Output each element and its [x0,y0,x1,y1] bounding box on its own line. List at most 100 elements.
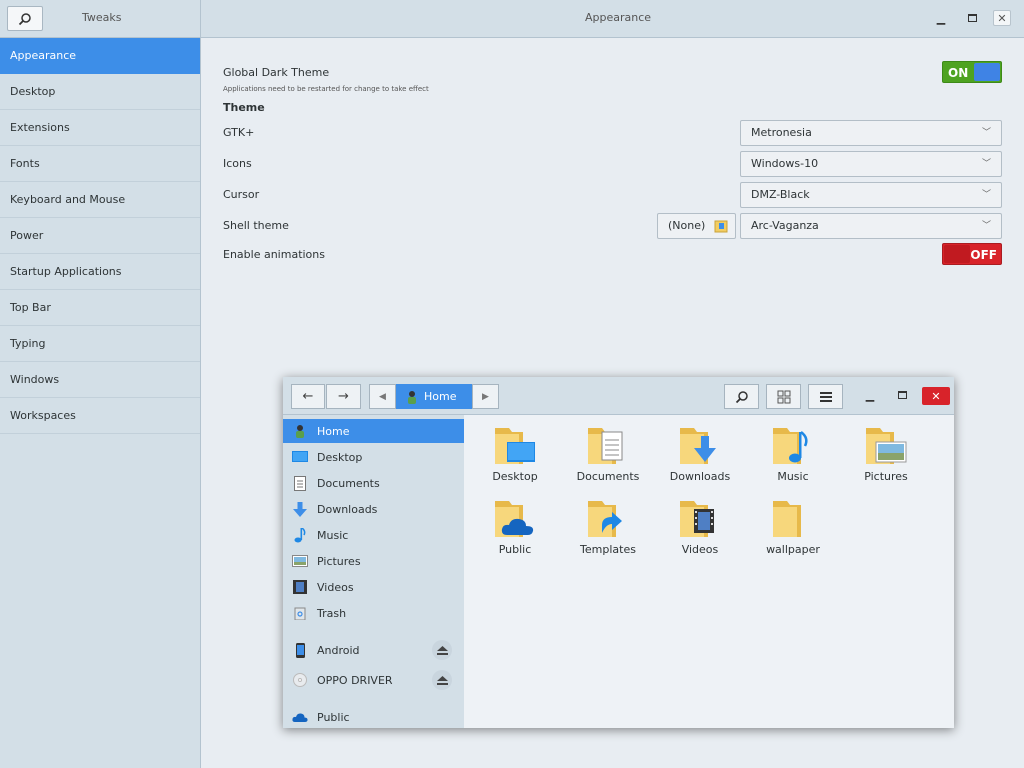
path-bar-home[interactable]: Home [396,384,472,409]
search-icon [18,12,31,25]
sidebar-item-top-bar[interactable]: Top Bar [0,290,200,326]
folder-label: Music [777,470,809,483]
maximize-button[interactable] [963,10,981,26]
tweaks-sidebar: Appearance Desktop Extensions Fonts Keyb… [0,38,201,768]
place-videos[interactable]: Videos [283,575,464,599]
folder-label: Desktop [492,470,538,483]
icons-theme-value: Windows-10 [751,157,819,170]
folder-item[interactable]: Pictures [846,424,926,483]
sidebar-item-fonts[interactable]: Fonts [0,146,200,182]
place-trash[interactable]: Trash [283,601,464,625]
path-scroll-left-button[interactable]: ◀ [369,384,396,409]
minimize-icon: ▁ [936,11,946,25]
chevron-down-icon: ﹀ [981,221,991,231]
folder-documents-icon [588,428,623,464]
search-button[interactable] [724,384,759,409]
hamburger-icon [819,391,832,402]
forward-button[interactable]: → [326,384,361,409]
minimize-button[interactable]: ▁ [932,10,950,26]
documents-icon [294,475,306,491]
eject-icon [436,675,448,685]
close-button[interactable]: ✕ [993,10,1011,26]
sidebar-item-typing[interactable]: Typing [0,326,200,362]
grid-view-icon [777,390,790,403]
back-button[interactable]: ← [291,384,325,409]
path-bar-home-label: Home [424,390,457,403]
folder-label: Videos [681,543,719,556]
place-downloads[interactable]: Downloads [283,497,464,521]
user-avatar-icon [408,390,416,404]
music-icon [294,527,306,542]
eject-oppo-button[interactable] [432,670,452,690]
folder-item[interactable]: wallpaper [753,497,833,556]
places-sidebar: Home Desktop Documents Downloads Music P… [283,415,464,728]
place-desktop[interactable]: Desktop [283,445,464,469]
place-label: Android [317,643,360,657]
fm-maximize-button[interactable] [893,387,911,403]
switch-knob [944,245,970,263]
folder-templates-icon [588,501,622,537]
folder-item[interactable]: Templates [568,497,648,556]
place-label: Desktop [317,450,363,464]
gtk-theme-dropdown[interactable]: Metronesia ﹀ [740,120,1002,146]
animations-label: Enable animations [223,248,325,261]
folder-item[interactable]: Documents [568,424,648,483]
place-label: Downloads [317,502,378,516]
sidebar-item-keyboard-mouse[interactable]: Keyboard and Mouse [0,182,200,218]
global-dark-switch[interactable]: ON [942,61,1002,83]
page-title: Appearance [585,11,652,24]
sidebar-item-appearance[interactable]: Appearance [0,38,200,74]
fm-minimize-button[interactable]: ▁ [861,387,879,403]
home-icon [296,425,304,438]
cloud-icon [292,712,308,722]
path-scroll-right-button[interactable]: ▶ [472,384,499,409]
sidebar-item-windows[interactable]: Windows [0,362,200,398]
sidebar-item-desktop[interactable]: Desktop [0,74,200,110]
chevron-down-icon: ﹀ [981,190,991,200]
global-dark-note: Applications need to be restarted for ch… [223,85,429,93]
device-android[interactable]: Android [283,638,464,662]
close-icon: ✕ [931,389,941,403]
sidebar-item-power[interactable]: Power [0,218,200,254]
cursor-theme-dropdown[interactable]: DMZ-Black ﹀ [740,182,1002,208]
triangle-left-icon: ◀ [379,391,386,402]
eject-icon [436,645,448,655]
place-label: OPPO DRIVER [317,673,393,687]
shell-theme-dropdown[interactable]: Arc-Vaganza ﹀ [740,213,1002,239]
gtk-theme-value: Metronesia [751,126,812,139]
place-label: Music [317,528,349,542]
eject-android-button[interactable] [432,640,452,660]
sidebar-item-workspaces[interactable]: Workspaces [0,398,200,434]
sidebar-item-startup[interactable]: Startup Applications [0,254,200,290]
maximize-icon [897,391,907,399]
cursor-label: Cursor [223,188,260,201]
folder-item[interactable]: Desktop [475,424,555,483]
place-label: Videos [317,580,354,594]
folder-label: wallpaper [766,543,820,556]
place-music[interactable]: Music [283,523,464,547]
place-home[interactable]: Home [283,419,464,443]
fm-close-button[interactable]: ✕ [922,387,950,405]
device-oppo-driver[interactable]: OPPO DRIVER [283,668,464,692]
network-public[interactable]: Public [283,705,464,729]
shell-theme-file-button[interactable]: (None) [657,213,736,239]
view-toggle-button[interactable] [766,384,801,409]
search-button[interactable] [7,6,43,31]
folder-item[interactable]: Downloads [660,424,740,483]
folder-item[interactable]: Music [753,424,833,483]
icons-theme-dropdown[interactable]: Windows-10 ﹀ [740,151,1002,177]
folder-pictures-icon [866,428,907,464]
maximize-icon [967,14,977,22]
folder-label: Public [498,543,532,556]
sidebar-item-extensions[interactable]: Extensions [0,110,200,146]
folder-item[interactable]: Videos [660,497,740,556]
animations-switch[interactable]: OFF [942,243,1002,265]
place-pictures[interactable]: Pictures [283,549,464,573]
theme-section-title: Theme [223,101,265,114]
folder-item[interactable]: Public [475,497,555,556]
file-manager-window: ← → ◀ Home ▶ ▁ ✕ Home Desktop Documents … [283,377,954,728]
place-documents[interactable]: Documents [283,471,464,495]
menu-button[interactable] [808,384,843,409]
folder-label: Pictures [864,470,908,483]
folder-label: Templates [580,543,636,556]
